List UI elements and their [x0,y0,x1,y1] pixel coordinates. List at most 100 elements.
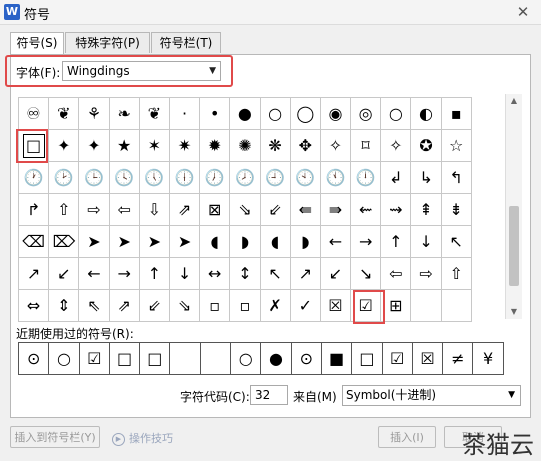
symbol-cell[interactable]: ➤ [139,226,170,258]
symbol-cell[interactable]: ✦ [49,130,80,162]
insert-button[interactable]: 插入(I) [378,426,436,448]
symbol-cell[interactable]: 🕕 [169,162,201,194]
symbol-cell[interactable]: ⇙ [139,290,170,322]
symbol-cell[interactable]: 🕗 [230,162,261,194]
symbol-cell[interactable]: ⇨ [411,258,442,290]
symbol-cell[interactable]: ◐ [411,98,442,130]
symbol-cell[interactable]: ◖ [200,226,231,258]
symbol-cell[interactable]: ◯ [290,98,321,130]
symbol-cell[interactable]: ⇞ [411,194,442,226]
symbol-cell[interactable]: ↓ [411,226,442,258]
tips-link[interactable]: ▶ 操作技巧 [112,430,173,446]
symbol-cell[interactable] [441,290,472,322]
recent-symbol-cell[interactable]: ⊙ [291,343,322,375]
symbol-cell[interactable]: ↔ [200,258,231,290]
tab-special-chars[interactable]: 特殊字符(P) [65,32,150,53]
recent-symbol-cell[interactable]: □ [352,343,383,375]
symbol-cell[interactable]: ↱ [19,194,50,226]
symbol-cell[interactable]: ⇕ [49,290,80,322]
symbol-cell[interactable]: ☆ [441,130,472,162]
symbol-cell[interactable]: ↕ [230,258,261,290]
symbol-scrollbar[interactable]: ▲ ▼ [505,94,522,319]
recent-symbol-cell[interactable]: ○ [231,343,262,375]
symbol-cell[interactable]: ★ [109,130,140,162]
recent-symbol-cell[interactable]: ⊙ [19,343,50,375]
symbol-cell[interactable]: ⇨ [79,194,110,226]
symbol-cell[interactable]: ⌦ [49,226,80,258]
char-code-input[interactable]: 32 [250,385,288,405]
scroll-up-icon[interactable]: ▲ [506,94,522,108]
symbol-cell[interactable]: ↖ [260,258,291,290]
recent-symbol-cell[interactable]: ○ [49,343,80,375]
symbol-cell[interactable]: ▫ [200,290,231,322]
symbol-cell[interactable]: ✥ [290,130,321,162]
tab-symbol-bar[interactable]: 符号栏(T) [151,32,221,53]
symbol-cell[interactable]: ◗ [290,226,321,258]
symbol-cell[interactable]: 🕐 [19,162,50,194]
symbol-cell[interactable]: ▪ [441,98,472,130]
symbol-cell[interactable]: ↳ [411,162,442,194]
symbol-cell[interactable]: ⇛ [320,194,352,226]
symbol-cell[interactable]: ◉ [320,98,352,130]
symbol-cell[interactable]: ◗ [230,226,261,258]
symbol-cell[interactable]: ⇗ [169,194,201,226]
symbol-cell[interactable]: ⇟ [441,194,472,226]
symbol-cell[interactable]: ❧ [109,98,140,130]
close-button[interactable]: ✕ [512,2,534,22]
symbol-cell[interactable]: ⚘ [79,98,110,130]
symbol-cell[interactable]: ✧ [381,130,412,162]
symbol-cell[interactable]: ☒ [320,290,352,322]
symbol-cell[interactable]: ✦ [79,130,110,162]
symbol-cell[interactable]: ✶ [139,130,170,162]
symbol-cell[interactable]: ← [320,226,352,258]
symbol-cell[interactable]: ↙ [320,258,352,290]
symbol-cell[interactable]: ⇦ [381,258,412,290]
symbol-cell[interactable]: ↑ [381,226,412,258]
symbol-cell[interactable]: ↑ [139,258,170,290]
symbol-cell[interactable]: 🕒 [79,162,110,194]
symbol-cell[interactable]: ✷ [169,130,201,162]
symbol-cell[interactable]: 🕚 [320,162,352,194]
symbol-cell[interactable]: ● [230,98,261,130]
symbol-cell[interactable]: ⇘ [169,290,201,322]
symbol-cell[interactable]: 🕛 [351,162,382,194]
symbol-cell[interactable] [411,290,442,322]
symbol-cell[interactable]: → [351,226,382,258]
scroll-down-icon[interactable]: ▼ [506,305,522,319]
symbol-cell[interactable]: ↓ [169,258,201,290]
recent-symbol-cell[interactable]: ☑ [79,343,110,375]
symbol-cell[interactable]: ↰ [441,162,472,194]
symbol-cell[interactable]: 🕑 [49,162,80,194]
symbol-cell[interactable]: ♾ [19,98,50,130]
symbol-cell[interactable]: ✺ [230,130,261,162]
symbol-cell[interactable]: ← [79,258,110,290]
symbol-cell[interactable]: ↗ [19,258,50,290]
tab-symbol[interactable]: 符号(S) [10,32,64,55]
symbol-cell[interactable]: ⇘ [230,194,261,226]
symbol-cell[interactable]: ⇗ [109,290,140,322]
insert-to-symbol-bar-button[interactable]: 插入到符号栏(Y) [10,426,100,448]
symbol-cell[interactable]: ❦ [139,98,170,130]
symbol-cell[interactable]: ⇜ [351,194,382,226]
recent-symbol-cell[interactable] [200,343,232,375]
symbol-cell[interactable]: · [169,98,201,130]
symbol-cell[interactable]: ❋ [260,130,291,162]
from-select[interactable]: Symbol(十进制) ▼ [342,385,521,406]
symbol-cell[interactable]: ✓ [290,290,321,322]
symbol-cell[interactable]: ✗ [260,290,291,322]
recent-symbol-cell[interactable]: ¥ [473,343,504,375]
symbol-cell[interactable]: ⌫ [19,226,50,258]
symbol-cell[interactable]: ◎ [351,98,382,130]
symbol-cell[interactable]: ↖ [441,226,472,258]
symbol-cell[interactable]: ◖ [260,226,291,258]
symbol-cell[interactable]: 🕓 [109,162,140,194]
symbol-cell[interactable]: ○ [260,98,291,130]
symbol-cell[interactable]: ↘ [351,258,382,290]
symbol-cell[interactable]: ⇙ [260,194,291,226]
symbol-cell[interactable]: ⇧ [441,258,472,290]
symbol-cell[interactable]: ⊞ [381,290,412,322]
recent-symbol-cell[interactable]: □ [140,343,171,375]
symbol-cell[interactable]: ⇚ [290,194,321,226]
symbol-cell[interactable]: ○ [381,98,412,130]
scroll-thumb[interactable] [509,206,519,286]
